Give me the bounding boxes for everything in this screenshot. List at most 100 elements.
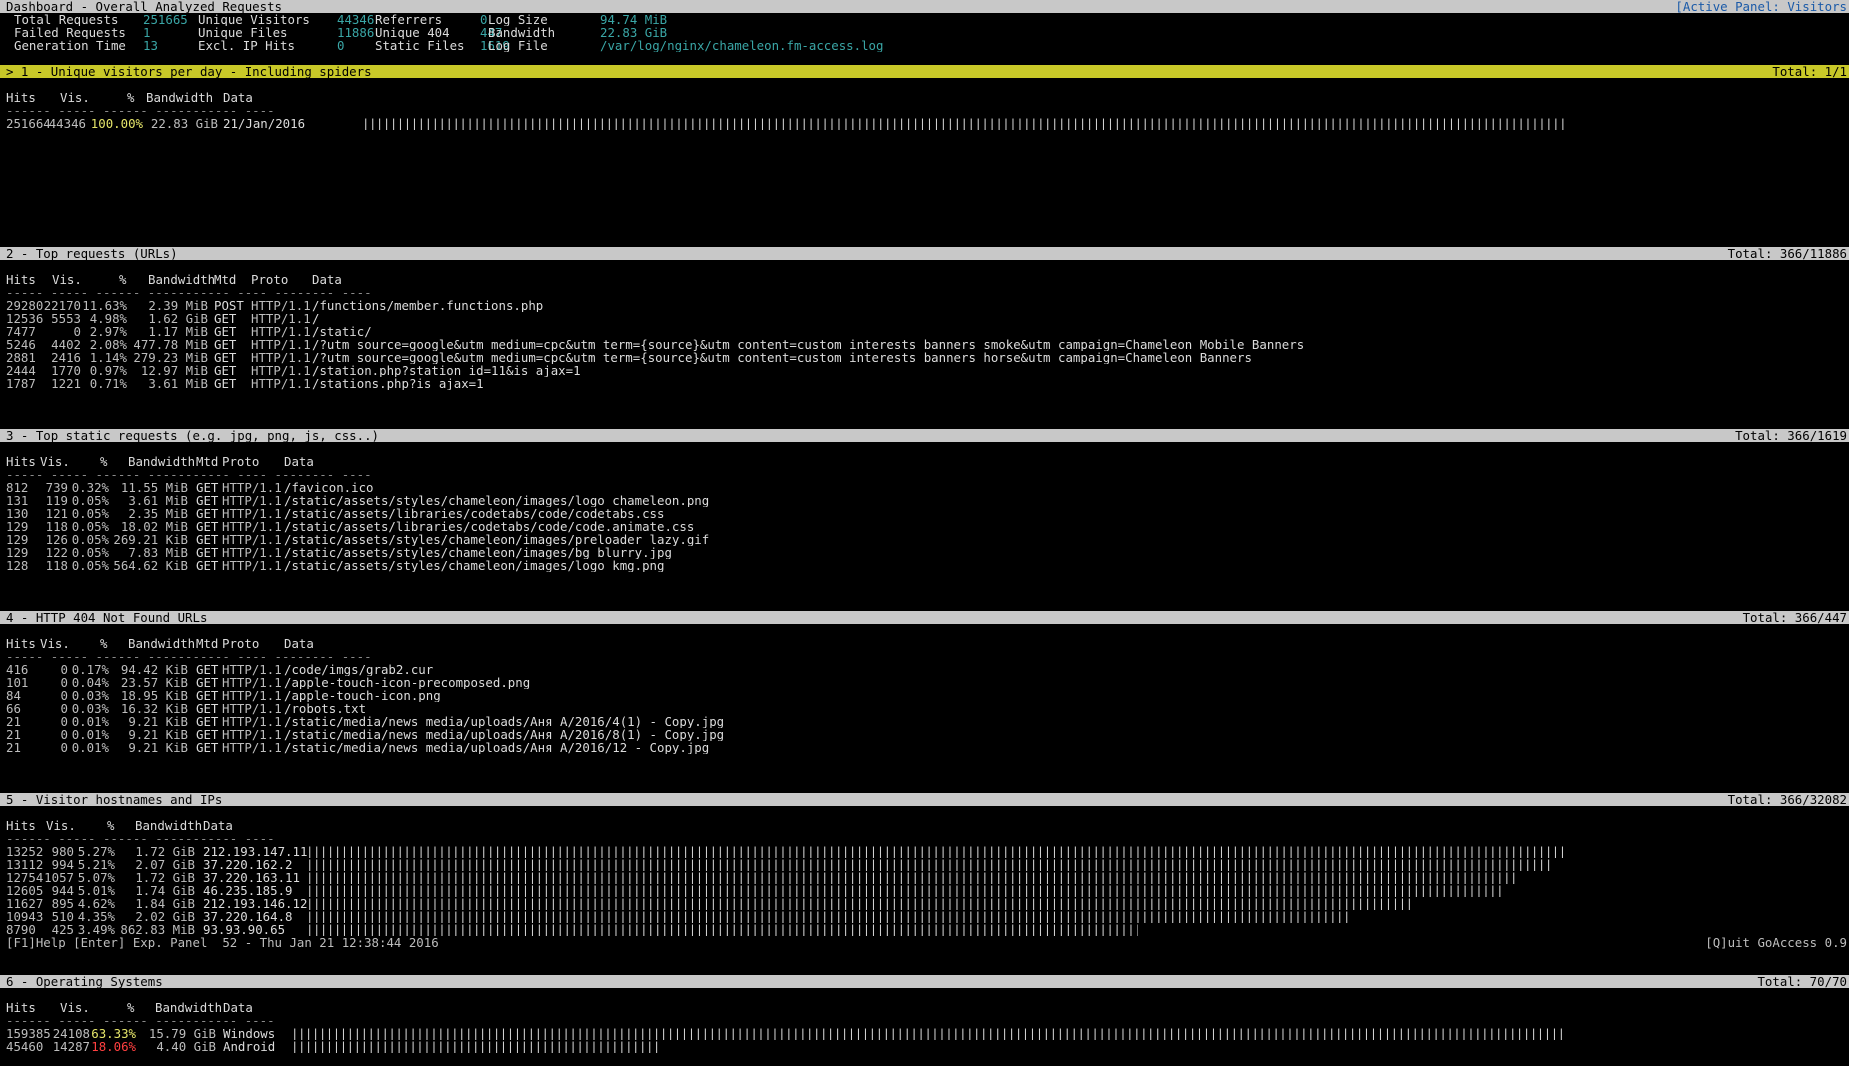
cell-data: /static/assets/styles/chameleon/images/l… [284,559,665,572]
panel-header-1[interactable]: > 1 - Unique visitors per day - Includin… [0,65,1849,78]
footer-help[interactable]: [F1]Help [Enter] Exp. Panel 52 - Thu Jan… [6,936,439,949]
cell-vis: 22170 [43,299,81,312]
table-row[interactable]: 101 0 0.04% 23.57 KiB GET HTTP/1.1/apple-touc… [0,676,1849,689]
bar-graph: ||||||||||||||||||||||||||||||||||||||||… [291,1027,1566,1040]
table-row[interactable]: 84 0 0.03% 18.95 KiB GET HTTP/1.1/apple-touch… [0,689,1849,702]
table-row[interactable]: 13112 994 5.21% 2.07 GiB 37.220.162.2 |||||||… [0,858,1849,871]
panel-total: Total: 366/32082 [1727,793,1847,806]
cell-data: /robots.txt [284,702,367,715]
table-row[interactable]: 12605 944 5.01% 1.74 GiB 46.235.185.9 |||||||… [0,884,1849,897]
table-row[interactable]: 29280 22170 11.63% 2.39 MiB POST HTTP/1.1/fun… [0,299,1849,312]
cell-pct: 5.01% [77,884,115,897]
cell-pct: 18.06% [91,1040,136,1053]
table-row[interactable]: 129 126 0.05% 269.21 KiB GET HTTP/1.1/static/… [0,533,1849,546]
cell-hits: 13112 [6,858,44,871]
table-row[interactable]: 12536 5553 4.98% 1.62 GiB GET HTTP/1.1/ [0,312,1849,325]
table-row[interactable]: 12754 1057 5.07% 1.72 GiB 37.220.163.11 |||||… [0,871,1849,884]
table-row[interactable]: 812 739 0.32% 11.55 MiB GET HTTP/1.1/favicon.… [0,481,1849,494]
table-row[interactable]: 129 122 0.05% 7.83 MiB GET HTTP/1.1/static/as… [0,546,1849,559]
cell-bw: 1.72 GiB [135,871,195,884]
cell-vis: 118 [45,559,68,572]
cell-data: /static/media/news_media/uploads/Аня А/2… [284,728,725,741]
cell-hits: 2881 [6,351,36,364]
column-header-proto: Proto [222,455,260,468]
cell-vis: 0 [60,689,68,702]
table-row[interactable]: 130 121 0.05% 2.35 MiB GET HTTP/1.1/static/as… [0,507,1849,520]
cell-vis: 980 [51,845,74,858]
bar-graph: ||||||||||||||||||||||||||||||||||||||||… [306,910,1352,923]
cell-pct: 3.49% [77,923,115,936]
panel-header-6[interactable]: 6 - Operating Systems Total: 70/70 [0,975,1849,988]
column-headers: Hits Vis.% Bandwidth Mtd Proto Data [0,455,1849,468]
table-row[interactable]: 251664 44346 100.00% 22.83 GiB 21/Jan/2016 ||… [0,117,1849,130]
cell-data: /?utm_source=google&utm_medium=cpc&utm_t… [312,351,1252,364]
panel-header-3[interactable]: 3 - Top static requests (e.g. jpg, png, … [0,429,1849,442]
footer-quit[interactable]: [Q]uit GoAccess 0.9 [1705,936,1847,949]
panel-title: > 1 - Unique visitors per day - Includin… [6,65,372,78]
table-row[interactable]: 2881 2416 1.14% 279.23 MiB GET HTTP/1.1/?utm_… [0,351,1849,364]
cell-hits: 12536 [6,312,44,325]
cell-bw: 94.42 KiB [120,663,188,676]
cell-hits: 21 [6,741,21,754]
cell-bw: 4.40 GiB [156,1040,216,1053]
overall-label: Unique Visitors [198,13,310,26]
cell-data: /apple-touch-icon.png [284,689,441,702]
table-row[interactable]: 128 118 0.05% 564.62 KiB GET HTTP/1.1/static/… [0,559,1849,572]
table-row[interactable]: 13252 980 5.27% 1.72 GiB 212.193.147.11 |||||… [0,845,1849,858]
column-underline: ------ ----- ------ ----------- ---- [0,1014,1849,1027]
cell-proto: HTTP/1.1 [222,546,282,559]
table-row[interactable]: 45460 14287 18.06% 4.40 GiB Android |||||||||… [0,1040,1849,1053]
overall-label: Unique 404 [375,26,450,39]
cell-pct: 0.05% [71,546,109,559]
cell-data: 46.235.185.9 [203,884,293,897]
column-header-pct: % [119,273,127,286]
table-row[interactable]: 21 0 0.01% 9.21 KiB GET HTTP/1.1/static/media… [0,741,1849,754]
panel-header-2[interactable]: 2 - Top requests (URLs) Total: 366/11886 [0,247,1849,260]
column-header-bw: Bandwidth [128,637,196,650]
cell-data: /stations.php?is_ajax=1 [312,377,484,390]
cell-mtd: GET [196,481,219,494]
column-header-data: Data [284,455,314,468]
table-row[interactable]: 7477 0 2.97% 1.17 MiB GET HTTP/1.1/static/ [0,325,1849,338]
table-row[interactable]: 1787 1221 0.71% 3.61 MiB GET HTTP/1.1/station… [0,377,1849,390]
table-row[interactable]: 21 0 0.01% 9.21 KiB GET HTTP/1.1/static/media… [0,715,1849,728]
cell-hits: 5246 [6,338,36,351]
table-row[interactable]: 10943 510 4.35% 2.02 GiB 37.220.164.8 |||||||… [0,910,1849,923]
cell-bw: 9.21 KiB [128,715,188,728]
bar-graph: ||||||||||||||||||||||||||||||||||||||||… [306,923,1138,936]
column-headers: Hits Vis.% Bandwidth Data [0,1001,1849,1014]
table-row[interactable]: 11627 895 4.62% 1.84 GiB 212.193.146.12 |||||… [0,897,1849,910]
cell-bw: 2.07 GiB [135,858,195,871]
table-row[interactable]: 2444 1770 0.97% 12.97 MiB GET HTTP/1.1/statio… [0,364,1849,377]
table-row[interactable]: 8790 425 3.49% 862.83 MiB 93.93.90.65 |||||||… [0,923,1849,936]
cell-pct: 63.33% [91,1027,136,1040]
active-panel-indicator: [Active Panel: Visitors [1675,0,1847,13]
cell-vis: 0 [60,728,68,741]
table-row[interactable]: 129 118 0.05% 18.02 MiB GET HTTP/1.1/static/a… [0,520,1849,533]
column-header-pct: % [107,819,115,832]
panel-header-4[interactable]: 4 - HTTP 404 Not Found URLs Total: 366/44… [0,611,1849,624]
table-row[interactable]: 131 119 0.05% 3.61 MiB GET HTTP/1.1/static/as… [0,494,1849,507]
column-underline: ------ ----- ------ ----------- ---- [0,832,1849,845]
column-underline: ----- ----- ------ ----------- ---- ----… [0,468,1849,481]
column-header-hits: Hits [6,819,36,832]
table-row[interactable]: 21 0 0.01% 9.21 KiB GET HTTP/1.1/static/media… [0,728,1849,741]
table-row[interactable]: 66 0 0.03% 16.32 KiB GET HTTP/1.1/robots.txt [0,702,1849,715]
table-row[interactable]: 416 0 0.17% 94.42 KiB GET HTTP/1.1/code/imgs/… [0,663,1849,676]
cell-vis: 121 [45,507,68,520]
cell-proto: HTTP/1.1 [222,741,282,754]
cell-proto: HTTP/1.1 [222,715,282,728]
table-row[interactable]: 5246 4402 2.08% 477.78 MiB GET HTTP/1.1/?utm_… [0,338,1849,351]
cell-mtd: GET [196,546,219,559]
table-row[interactable]: 159385 24108 63.33% 15.79 GiB Windows |||||||… [0,1027,1849,1040]
cell-data: /static/assets/styles/chameleon/images/b… [284,546,672,559]
panel-header-5[interactable]: 5 - Visitor hostnames and IPs Total: 366/… [0,793,1849,806]
